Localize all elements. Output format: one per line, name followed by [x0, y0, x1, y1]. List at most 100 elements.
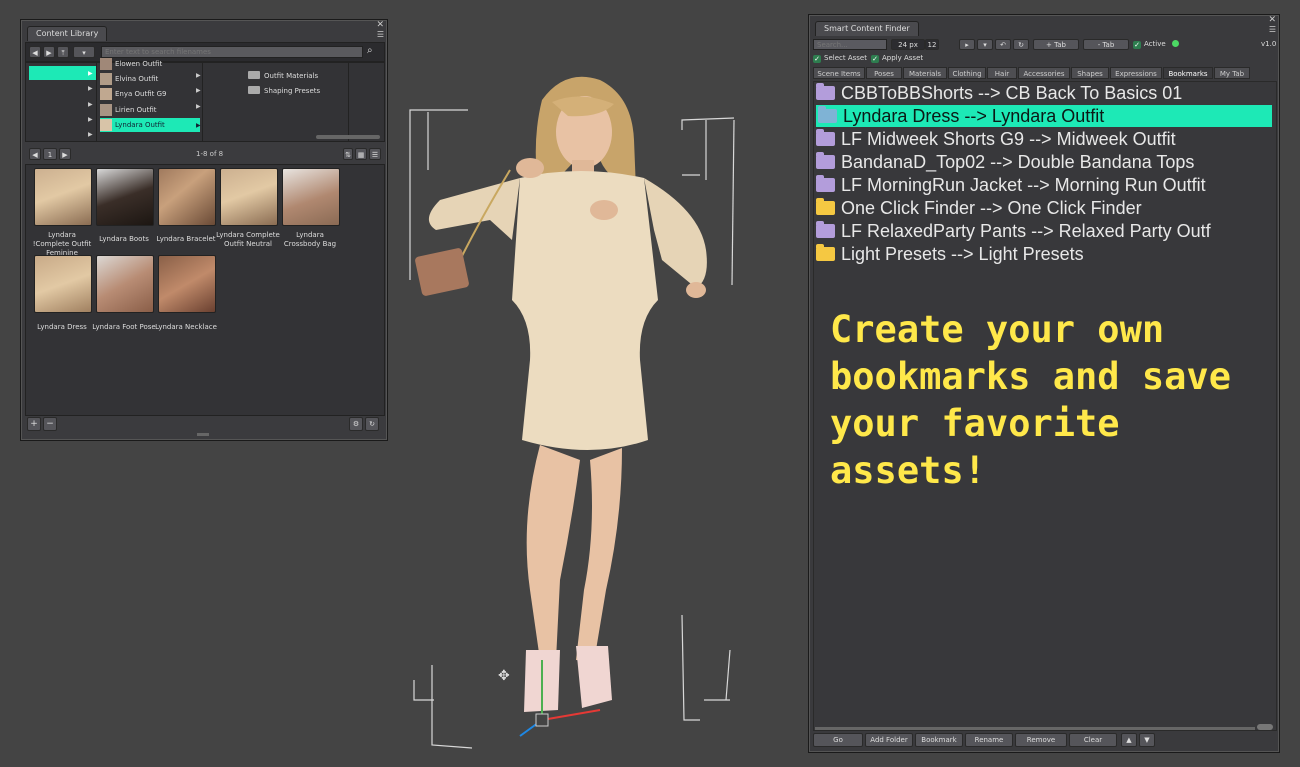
scroll-arrows[interactable] — [1257, 724, 1273, 730]
checkbox-checked-icon: ✓ — [1133, 41, 1141, 49]
item-thumbnail — [100, 58, 112, 70]
tab-hair[interactable]: Hair — [987, 67, 1017, 79]
active-status-dot — [1171, 40, 1179, 47]
font-size-select[interactable]: 24 px — [891, 39, 925, 50]
up-button[interactable]: ⤒ — [57, 46, 69, 58]
manipulator-icon[interactable]: ✥ — [498, 668, 510, 684]
undo-button[interactable]: ↶ — [995, 39, 1011, 50]
tree-item[interactable]: Enya Outfit G9 — [100, 87, 200, 101]
item-thumbnail — [100, 104, 112, 116]
tab-bookmarks[interactable]: Bookmarks — [1163, 67, 1213, 79]
forward-button[interactable]: ▶ — [43, 46, 55, 58]
sort-button[interactable]: ⇅ — [343, 148, 353, 160]
folder-menu-button[interactable]: ▾ — [73, 46, 95, 58]
asset-thumbnail[interactable] — [96, 255, 154, 313]
remove-tab-button[interactable]: - Tab — [1083, 39, 1129, 50]
item-thumbnail — [100, 73, 112, 85]
close-icon[interactable]: ✕ — [1268, 15, 1276, 25]
settings-icon[interactable]: ⚙ — [349, 417, 363, 431]
list-view-icon[interactable]: ☰ — [369, 148, 381, 160]
asset-label: Lyndara Foot Pose — [92, 323, 156, 331]
play-button[interactable]: ▸ — [959, 39, 975, 50]
go-button[interactable]: Go — [813, 733, 863, 747]
content-library-panel: Content Library ✕ ☰ ◀ ▶ ⤒ ▾ ⌕ ▶ ▶ ▶ ▶ ▶ … — [20, 19, 388, 441]
tree-item[interactable]: Elvina Outfit — [100, 72, 200, 86]
tree-item[interactable]: Lirien Outfit — [100, 103, 200, 117]
tab-materials[interactable]: Materials — [903, 67, 947, 79]
select-asset-checkbox[interactable]: ✓ Select Asset — [813, 53, 867, 64]
add-tab-button[interactable]: + Tab — [1033, 39, 1079, 50]
tab-content-library[interactable]: Content Library — [27, 26, 108, 41]
tab-scene-items[interactable]: Scene Items — [813, 67, 865, 79]
prev-page-button[interactable]: ◀ — [29, 148, 41, 160]
refresh-icon[interactable]: ↻ — [365, 417, 379, 431]
bookmark-item[interactable]: One Click Finder --> One Click Finder — [816, 197, 1142, 219]
resize-handle[interactable] — [197, 433, 209, 436]
bookmark-item[interactable]: LF Midweek Shorts G9 --> Midweek Outfit — [816, 128, 1176, 150]
list-scrollbar[interactable] — [815, 727, 1255, 730]
tab-smart-content-finder[interactable]: Smart Content Finder — [815, 21, 919, 36]
bookmark-item[interactable]: LF MorningRun Jacket --> Morning Run Out… — [816, 174, 1206, 196]
item-thumbnail — [100, 88, 112, 100]
bookmark-item[interactable]: BandanaD_Top02 --> Double Bandana Tops — [816, 151, 1194, 173]
remove-button[interactable]: − — [43, 417, 57, 431]
add-button[interactable]: + — [27, 417, 41, 431]
rename-button[interactable]: Rename — [965, 733, 1013, 747]
bookmark-item[interactable]: Light Presets --> Light Presets — [816, 243, 1084, 265]
bookmark-button[interactable]: Bookmark — [915, 733, 963, 747]
asset-thumbnail[interactable] — [220, 168, 278, 226]
asset-label: Lyndara Boots — [99, 235, 149, 243]
refresh-button[interactable]: ↻ — [1013, 39, 1029, 50]
search-icon[interactable]: ⌕ — [367, 45, 373, 56]
horizontal-scrollbar[interactable] — [316, 135, 380, 139]
finder-search-input[interactable] — [813, 39, 887, 50]
subfolder-item[interactable]: Outfit Materials — [248, 69, 318, 83]
dropdown-button[interactable]: ▾ — [977, 39, 993, 50]
active-toggle[interactable]: ✓ Active — [1133, 39, 1179, 50]
asset-thumbnail[interactable] — [34, 168, 92, 226]
move-down-button[interactable]: ▼ — [1139, 733, 1155, 747]
tab-accessories[interactable]: Accessories — [1018, 67, 1070, 79]
asset-thumbnail[interactable] — [282, 168, 340, 226]
tree-selected-parent[interactable] — [29, 66, 97, 80]
clear-button[interactable]: Clear — [1069, 733, 1117, 747]
promo-line: bookmarks and save — [830, 355, 1231, 398]
grid-view-icon[interactable]: ▦ — [355, 148, 367, 160]
bookmark-item[interactable]: CBBToBBShorts --> CB Back To Basics 01 — [816, 82, 1182, 104]
tab-poses[interactable]: Poses — [866, 67, 902, 79]
panel-menu-icon[interactable]: ☰ — [377, 30, 384, 39]
folder-icon — [816, 175, 835, 192]
figure-legs — [526, 445, 580, 660]
back-button[interactable]: ◀ — [29, 46, 41, 58]
page-number[interactable]: 1 — [43, 148, 57, 160]
asset-thumbnail[interactable] — [158, 255, 216, 313]
promo-line: your favorite — [830, 402, 1120, 445]
bookmark-item[interactable]: LF RelaxedParty Pants --> Relaxed Party … — [816, 220, 1211, 242]
bookmark-item-selected[interactable]: Lyndara Dress --> Lyndara Outfit — [816, 105, 1272, 127]
tree-item[interactable]: Elowen Outfit — [100, 57, 200, 71]
chevron-right-icon: ▶ — [196, 122, 201, 129]
next-page-button[interactable]: ▶ — [59, 148, 71, 160]
add-folder-button[interactable]: Add Folder — [865, 733, 913, 747]
tab-clothing[interactable]: Clothing — [948, 67, 986, 79]
tree-item-selected[interactable]: Lyndara Outfit — [100, 118, 200, 132]
tab-my-tab[interactable]: My Tab — [1214, 67, 1250, 79]
asset-thumbnail[interactable] — [158, 168, 216, 226]
count-field[interactable]: 12 — [925, 39, 939, 50]
asset-thumbnail[interactable] — [96, 168, 154, 226]
close-icon[interactable]: ✕ — [376, 20, 384, 30]
apply-asset-checkbox[interactable]: ✓ Apply Asset — [871, 53, 923, 64]
remove-button[interactable]: Remove — [1015, 733, 1067, 747]
subfolder-item[interactable]: Shaping Presets — [248, 84, 320, 98]
move-up-button[interactable]: ▲ — [1121, 733, 1137, 747]
tab-shapes[interactable]: Shapes — [1071, 67, 1109, 79]
folder-icon — [818, 106, 837, 123]
folder-icon — [816, 198, 835, 215]
asset-thumbnail[interactable] — [34, 255, 92, 313]
checkbox-checked-icon: ✓ — [871, 55, 879, 63]
chevron-right-icon: ▶ — [88, 85, 93, 92]
chevron-right-icon: ▶ — [88, 70, 93, 77]
tab-expressions[interactable]: Expressions — [1110, 67, 1162, 79]
asset-label: Lyndara !Complete Outfit Feminine — [32, 231, 92, 257]
panel-menu-icon[interactable]: ☰ — [1269, 25, 1276, 34]
